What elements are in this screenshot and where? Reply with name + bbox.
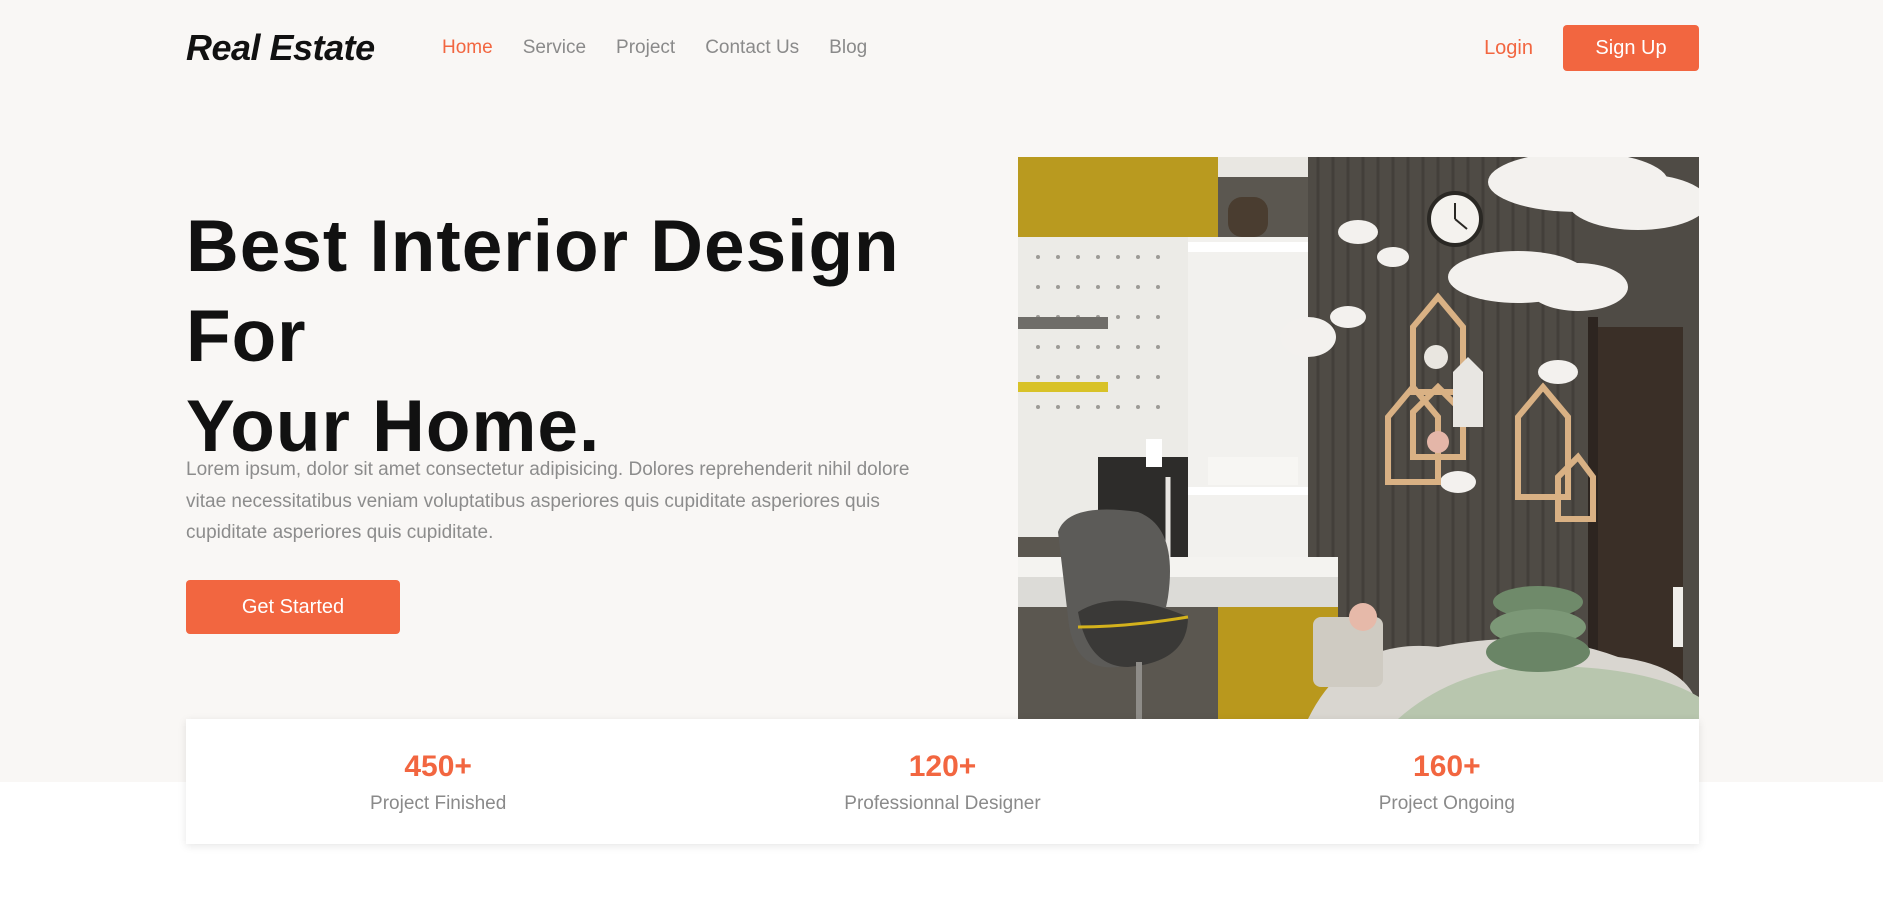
hero-image bbox=[1018, 157, 1699, 719]
stat-professional-designers: 120+ Professionnal Designer bbox=[690, 719, 1194, 844]
nav-item-blog[interactable]: Blog bbox=[829, 37, 867, 59]
stat-value: 450+ bbox=[404, 749, 472, 783]
login-link[interactable]: Login bbox=[1484, 37, 1533, 60]
hero-title-line-1: Best Interior Design For bbox=[186, 206, 900, 377]
stat-label: Project Ongoing bbox=[1378, 792, 1515, 814]
stat-projects-finished: 450+ Project Finished bbox=[186, 719, 690, 844]
get-started-button[interactable]: Get Started bbox=[186, 580, 400, 634]
site-header: Real Estate Home Service Project Contact… bbox=[186, 22, 1699, 74]
stat-projects-ongoing: 160+ Project Ongoing bbox=[1195, 719, 1699, 844]
hero-title: Best Interior Design For Your Home. bbox=[186, 202, 986, 472]
stat-value: 160+ bbox=[1413, 749, 1481, 783]
nav-item-contact-us[interactable]: Contact Us bbox=[705, 37, 799, 59]
stat-label: Professionnal Designer bbox=[844, 792, 1041, 814]
main-nav: Home Service Project Contact Us Blog bbox=[442, 37, 867, 59]
hero-description: Lorem ipsum, dolor sit amet consectetur … bbox=[186, 459, 910, 543]
stat-value: 120+ bbox=[908, 749, 977, 783]
kids-bedroom-interior-illustration bbox=[1018, 157, 1699, 719]
nav-item-service[interactable]: Service bbox=[523, 37, 586, 59]
stats-bar: 450+ Project Finished 120+ Professionnal… bbox=[186, 719, 1699, 844]
auth-actions: Login Sign Up bbox=[1484, 25, 1699, 71]
stat-label: Project Finished bbox=[370, 792, 507, 814]
nav-item-home[interactable]: Home bbox=[442, 37, 493, 59]
nav-item-project[interactable]: Project bbox=[616, 37, 675, 59]
landing-page: Real Estate Home Service Project Contact… bbox=[0, 0, 1883, 922]
site-logo[interactable]: Real Estate bbox=[186, 27, 442, 69]
signup-button[interactable]: Sign Up bbox=[1563, 25, 1699, 71]
